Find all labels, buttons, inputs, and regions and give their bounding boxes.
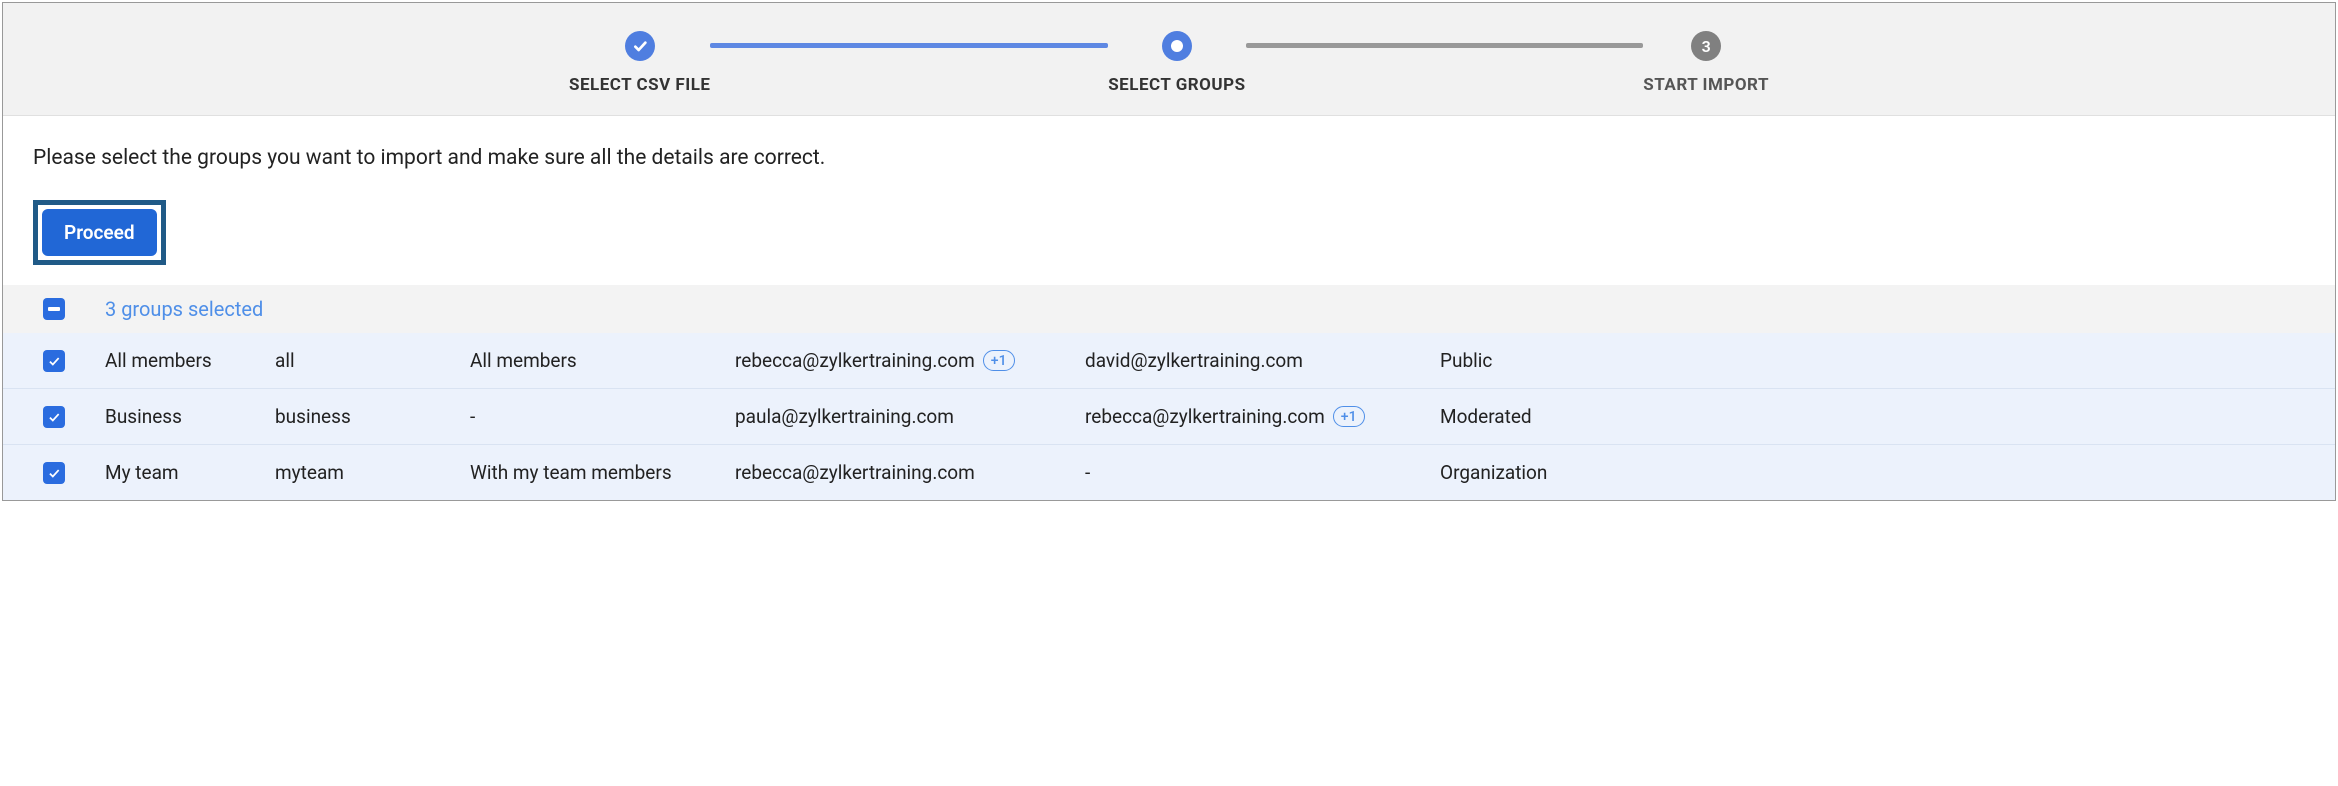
stepper-bar: SELECT CSV FILE SELECT GROUPS 3 START IM… xyxy=(3,3,2335,116)
group-name: All members xyxy=(105,349,275,372)
group-member-email: paula@zylkertraining.com xyxy=(735,405,1085,428)
group-description: - xyxy=(470,405,735,428)
group-owner-email: - xyxy=(1085,461,1440,484)
step-label: START IMPORT xyxy=(1643,75,1769,95)
step-label: SELECT CSV FILE xyxy=(569,75,710,95)
step-completed-icon xyxy=(625,31,655,61)
import-wizard-container: SELECT CSV FILE SELECT GROUPS 3 START IM… xyxy=(2,2,2336,501)
instruction-text: Please select the groups you want to imp… xyxy=(33,146,2305,170)
step-select-groups: SELECT GROUPS xyxy=(1108,31,1245,95)
table-header-row: 3 groups selected xyxy=(3,285,2335,333)
step-select-csv: SELECT CSV FILE xyxy=(569,31,710,95)
step-label: SELECT GROUPS xyxy=(1108,75,1245,95)
group-member-email: rebecca@zylkertraining.com xyxy=(735,461,1085,484)
group-description: With my team members xyxy=(470,461,735,484)
stepper: SELECT CSV FILE SELECT GROUPS 3 START IM… xyxy=(569,31,1769,95)
step-pending-icon: 3 xyxy=(1691,31,1721,61)
select-all-checkbox[interactable] xyxy=(43,298,65,320)
group-access: Organization xyxy=(1440,461,2295,484)
group-access: Moderated xyxy=(1440,405,2295,428)
selection-summary: 3 groups selected xyxy=(105,297,263,321)
group-alias: myteam xyxy=(275,461,470,484)
group-description: All members xyxy=(470,349,735,372)
table-row: Business business - paula@zylkertraining… xyxy=(3,389,2335,445)
content-area: Please select the groups you want to imp… xyxy=(3,116,2335,285)
step-current-icon xyxy=(1162,31,1192,61)
proceed-button[interactable]: Proceed xyxy=(42,209,157,256)
step-number: 3 xyxy=(1702,37,1711,56)
group-alias: all xyxy=(275,349,470,372)
row-checkbox[interactable] xyxy=(43,462,65,484)
table-row: All members all All members rebecca@zylk… xyxy=(3,333,2335,389)
group-member-email: rebecca@zylkertraining.com +1 xyxy=(735,349,1085,372)
group-owner-email: rebecca@zylkertraining.com +1 xyxy=(1085,405,1440,428)
more-count-badge[interactable]: +1 xyxy=(983,350,1015,371)
stepper-connector xyxy=(1246,43,1644,48)
groups-table: 3 groups selected All members all All me… xyxy=(3,285,2335,500)
group-alias: business xyxy=(275,405,470,428)
group-name: Business xyxy=(105,405,275,428)
row-checkbox[interactable] xyxy=(43,350,65,372)
more-count-badge[interactable]: +1 xyxy=(1333,406,1365,427)
step-start-import: 3 START IMPORT xyxy=(1643,31,1769,95)
group-owner-email: david@zylkertraining.com xyxy=(1085,349,1440,372)
group-name: My team xyxy=(105,461,275,484)
group-access: Public xyxy=(1440,349,2295,372)
row-checkbox[interactable] xyxy=(43,406,65,428)
proceed-highlight: Proceed xyxy=(33,200,166,265)
stepper-connector xyxy=(710,43,1108,48)
table-row: My team myteam With my team members rebe… xyxy=(3,445,2335,500)
